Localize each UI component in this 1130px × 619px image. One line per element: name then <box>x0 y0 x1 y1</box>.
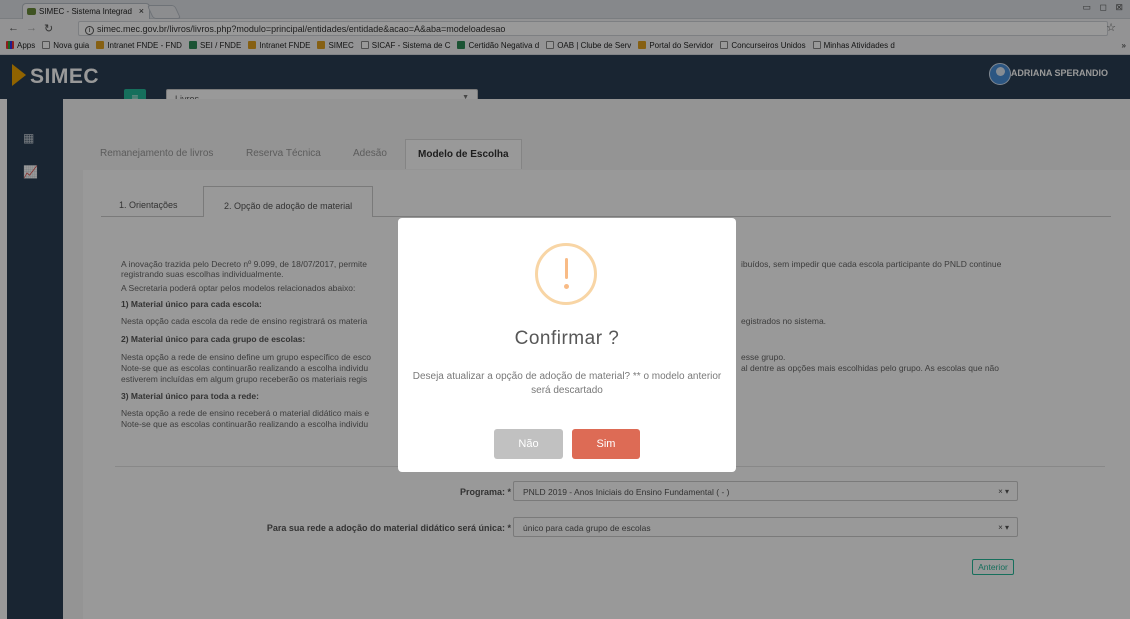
confirm-dialog: Confirmar ? Deseja atualizar a opção de … <box>398 218 736 472</box>
dialog-message: Deseja atualizar a opção de adoção de ma… <box>412 371 722 396</box>
warning-icon <box>535 243 597 305</box>
no-button[interactable]: Não <box>494 429 563 459</box>
dialog-title: Confirmar ? <box>514 328 620 349</box>
yes-button[interactable]: Sim <box>572 429 640 459</box>
